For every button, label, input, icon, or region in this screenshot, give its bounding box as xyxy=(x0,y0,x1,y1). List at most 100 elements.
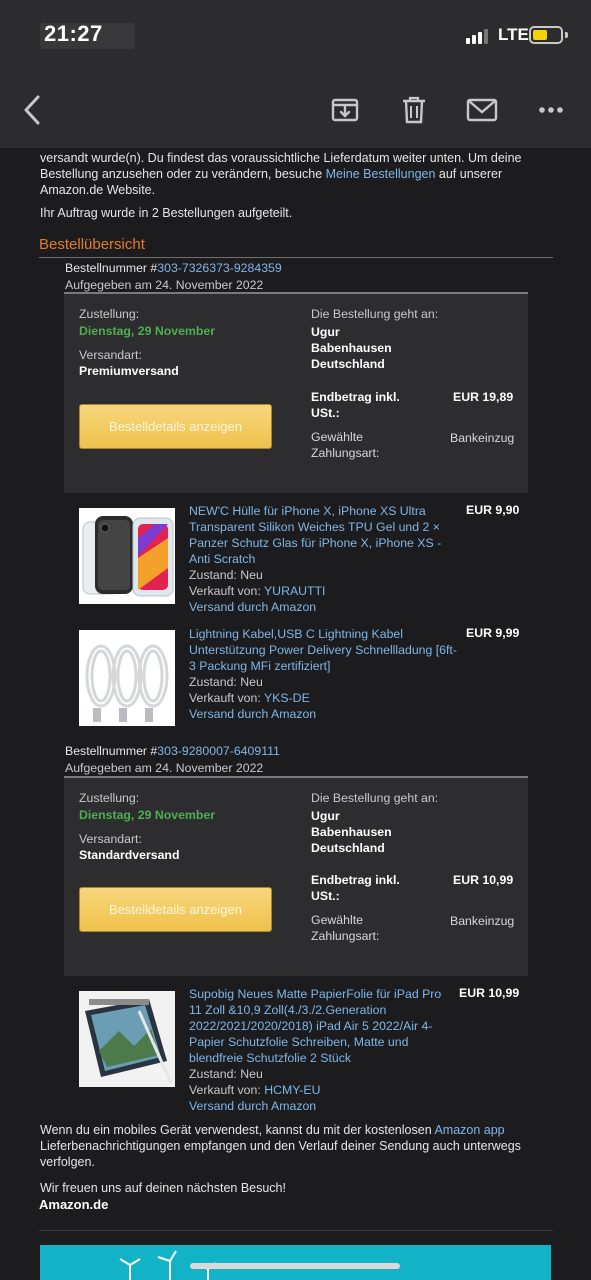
product-title-line[interactable]: 2022/2021/2020/2018) iPad Air 5 2022/Air… xyxy=(189,1018,451,1034)
product-title-line[interactable]: Transparent Silikon Weiches TPU Gel und … xyxy=(189,519,451,535)
product-image-iphone-case[interactable] xyxy=(79,508,175,604)
product-title-link[interactable]: Supobig Neues Matte PapierFolie für iPad… xyxy=(189,986,451,1066)
product-meta: Zustand: Neu Verkauft von: YURAUTTI Vers… xyxy=(189,567,325,615)
product-title-link[interactable]: Lightning Kabel,USB C Lightning Kabel Un… xyxy=(189,626,459,674)
shipping-type: Premiumversand xyxy=(79,364,179,378)
product-title-line[interactable]: Supobig Neues Matte PapierFolie für iPad… xyxy=(189,986,451,1002)
product-image-ipad-film[interactable] xyxy=(79,991,175,1087)
intro-line-2-text: Bestellung anzusehen oder zu verändern, … xyxy=(40,167,326,182)
overview-title: Bestellübersicht xyxy=(39,236,145,253)
ship-to-name: Ugur xyxy=(311,809,340,823)
product-condition: Zustand: Neu xyxy=(189,675,263,689)
payment-label: Gewählte Zahlungsart: xyxy=(311,429,379,461)
battery-icon xyxy=(529,26,563,44)
order-number-line: Bestellnummer #303-7326373-9284359 xyxy=(65,260,282,277)
product-title-line[interactable]: 3 Packung MFi zertifiziert] xyxy=(189,658,459,674)
footer-divider xyxy=(39,1230,553,1231)
payment-label-line-2: Zahlungsart: xyxy=(311,446,380,460)
total-label-line-1: Endbetrag inkl. xyxy=(311,390,400,404)
fulfilled-by-link[interactable]: Versand durch Amazon xyxy=(189,1098,320,1114)
ship-to-city: Babenhausen xyxy=(311,341,392,355)
ship-to-label: Die Bestellung geht an: xyxy=(311,307,439,321)
product-title-line[interactable]: Unterstützung Power Delivery Schnellladu… xyxy=(189,642,459,658)
ship-to-name: Ugur xyxy=(311,325,340,339)
shipping-type: Standardversand xyxy=(79,848,180,862)
order-date: Aufgegeben am 24. November 2022 xyxy=(65,277,264,292)
home-indicator[interactable] xyxy=(190,1263,400,1269)
mail-icon[interactable] xyxy=(462,90,502,130)
product-title-line[interactable]: Papier Schutzfolie Schreiben, Matte und xyxy=(189,1034,451,1050)
split-note: Ihr Auftrag wurde in 2 Bestellungen aufg… xyxy=(40,206,293,220)
order-details-button[interactable]: Bestelldetails anzeigen xyxy=(79,404,272,449)
seller-link[interactable]: YURAUTTI xyxy=(264,584,326,598)
seller-link[interactable]: HCMY-EU xyxy=(264,1083,320,1097)
fulfilled-by-link[interactable]: Versand durch Amazon xyxy=(189,599,325,615)
ship-to-address: Ugur Babenhausen Deutschland xyxy=(311,808,392,856)
delivery-label: Zustellung: xyxy=(79,307,140,321)
product-title-line[interactable]: Panzer Schutz Glas für iPhone X, iPhone … xyxy=(189,535,451,551)
seller-link[interactable]: YKS-DE xyxy=(264,691,310,705)
intro-line-2-tail: auf unserer xyxy=(435,167,503,182)
my-orders-link[interactable]: Meine Bestellungen xyxy=(326,167,436,181)
intro-line-3: Amazon.de Website. xyxy=(40,183,156,198)
app-promo-text: Wenn du ein mobiles Gerät verwendest, ka… xyxy=(40,1122,550,1171)
order-header: Bestellnummer #303-7326373-9284359 Aufge… xyxy=(65,260,282,293)
product-seller-line: Verkauft von: YKS-DE xyxy=(189,690,316,706)
product-title-line[interactable]: blendfreie Schutzfolie 2 Stück xyxy=(189,1050,451,1066)
product-title-line[interactable]: Anti Scratch xyxy=(189,551,451,567)
product-title-line[interactable]: Lightning Kabel,USB C Lightning Kabel xyxy=(189,626,459,642)
top-bar: 21:27 LTE xyxy=(0,0,591,148)
more-icon[interactable] xyxy=(531,90,571,130)
clock: 21:27 xyxy=(44,21,103,46)
product-seller-line: Verkauft von: HCMY-EU xyxy=(189,1082,320,1098)
seller-label: Verkauft von: xyxy=(189,1083,265,1097)
order-date: Aufgegeben am 24. November 2022 xyxy=(65,760,264,775)
product-price: EUR 9,90 xyxy=(466,503,520,517)
delivery-label: Zustellung: xyxy=(79,791,140,805)
trash-icon[interactable] xyxy=(394,90,434,130)
product-title-line[interactable]: NEW'C Hülle für iPhone X, iPhone XS Ultr… xyxy=(189,503,451,519)
shipping-label: Versandart: xyxy=(79,832,142,846)
ship-to-country: Deutschland xyxy=(311,841,385,855)
app-promo-prefix: Wenn du ein mobiles Gerät verwendest, ka… xyxy=(40,1123,435,1137)
fulfilled-by-link[interactable]: Versand durch Amazon xyxy=(189,706,316,722)
intro-text: versandt wurde(n). Du findest das voraus… xyxy=(40,150,550,199)
overview-divider xyxy=(39,257,553,258)
product-meta: Zustand: Neu Verkauft von: HCMY-EU Versa… xyxy=(189,1066,320,1114)
order-header: Bestellnummer #303-9280007-6409111 Aufge… xyxy=(65,743,280,776)
order-summary-box: Zustellung: Dienstag, 29 November Versan… xyxy=(64,776,528,976)
delivery-date: Dienstag, 29 November xyxy=(79,808,215,822)
product-seller-line: Verkauft von: YURAUTTI xyxy=(189,583,325,599)
app-promo-line-2: Lieferbenachrichtigungen empfangen und d… xyxy=(40,1139,521,1154)
product-title-line[interactable]: 11 Zoll &10,9 Zoll(4./3./2.Generation xyxy=(189,1002,451,1018)
order-total: EUR 10,99 xyxy=(453,873,514,887)
total-label-line-2: USt.: xyxy=(311,406,340,420)
order-number-label: Bestellnummer # xyxy=(65,261,158,275)
total-label-line-1: Endbetrag inkl. xyxy=(311,873,400,887)
order-number-link[interactable]: 303-9280007-6409111 xyxy=(157,744,280,758)
status-bar: 21:27 LTE xyxy=(0,0,591,70)
product-condition: Zustand: Neu xyxy=(189,1067,263,1081)
product-title-link[interactable]: NEW'C Hülle für iPhone X, iPhone XS Ultr… xyxy=(189,503,451,567)
order-number-link[interactable]: 303-7326373-9284359 xyxy=(157,261,281,275)
intro-line-1: versandt wurde(n). Du findest das voraus… xyxy=(40,151,522,165)
payment-label-line-1: Gewählte xyxy=(311,913,363,927)
order-number-label: Bestellnummer # xyxy=(65,744,158,758)
payment-label-line-2: Zahlungsart: xyxy=(311,929,380,943)
shipping-label: Versandart: xyxy=(79,348,142,362)
order-details-button[interactable]: Bestelldetails anzeigen xyxy=(79,887,272,932)
product-image-lightning-cable[interactable] xyxy=(79,630,175,726)
seller-label: Verkauft von: xyxy=(189,691,264,705)
payment-method: Bankeinzug xyxy=(450,914,515,928)
battery-cap xyxy=(565,32,568,38)
order-summary-box: Zustellung: Dienstag, 29 November Versan… xyxy=(64,292,528,493)
back-icon[interactable] xyxy=(12,90,52,130)
ship-to-address: Ugur Babenhausen Deutschland xyxy=(311,324,392,372)
payment-method: Bankeinzug xyxy=(450,431,515,445)
app-promo-line-1: Wenn du ein mobiles Gerät verwendest, ka… xyxy=(40,1122,550,1138)
network-type: LTE xyxy=(498,25,529,44)
amazon-app-link[interactable]: Amazon app xyxy=(434,1123,504,1137)
archive-icon[interactable] xyxy=(325,90,365,130)
total-label: Endbetrag inkl. USt.: xyxy=(311,389,400,421)
intro-line-2: Bestellung anzusehen oder zu verändern, … xyxy=(40,166,550,182)
